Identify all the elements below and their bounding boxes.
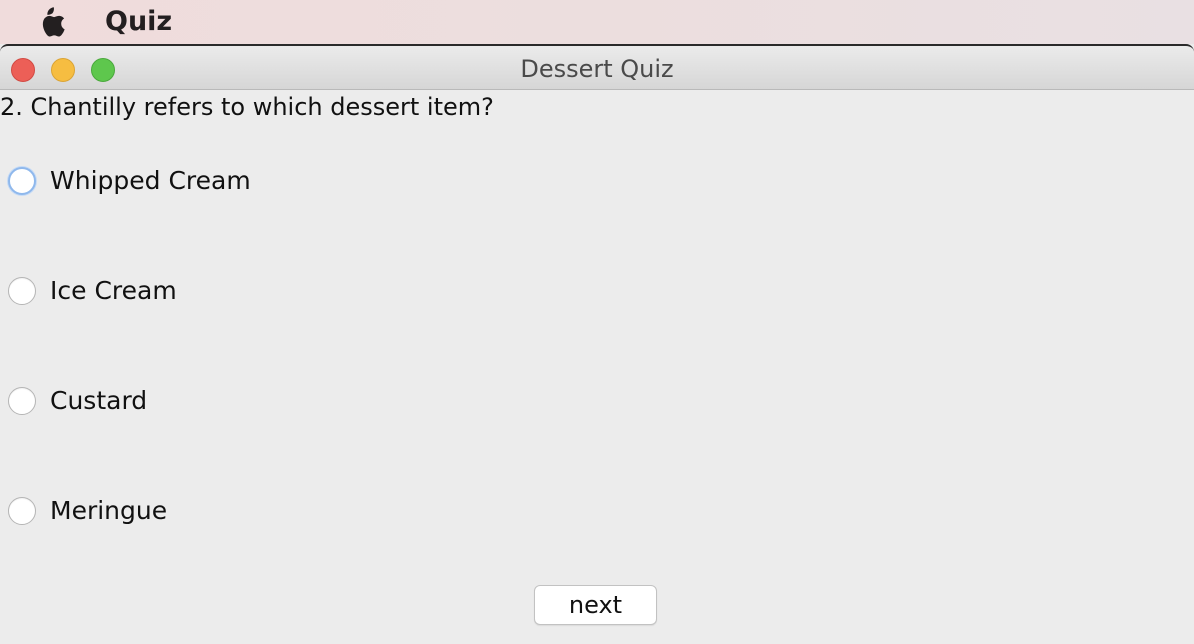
question-text: 2. Chantilly refers to which dessert ite… — [0, 93, 494, 121]
option-label: Whipped Cream — [50, 166, 251, 195]
option-label: Ice Cream — [50, 276, 177, 305]
menu-bar: Quiz — [0, 0, 1194, 44]
option-ice-cream[interactable]: Ice Cream — [8, 274, 177, 308]
option-meringue[interactable]: Meringue — [8, 494, 167, 528]
option-whipped-cream[interactable]: Whipped Cream — [8, 164, 251, 198]
radio-button[interactable] — [8, 277, 36, 305]
window-titlebar[interactable]: Dessert Quiz — [0, 44, 1194, 90]
option-custard[interactable]: Custard — [8, 384, 147, 418]
apple-logo-icon[interactable] — [38, 5, 66, 39]
menubar-app-name[interactable]: Quiz — [105, 4, 172, 40]
option-label: Custard — [50, 386, 148, 415]
option-label: Meringue — [50, 496, 168, 525]
radio-button[interactable] — [8, 167, 36, 195]
radio-button[interactable] — [8, 497, 36, 525]
radio-button[interactable] — [8, 387, 36, 415]
next-button[interactable]: next — [534, 585, 657, 625]
window-title: Dessert Quiz — [520, 55, 674, 83]
quiz-window: Dessert Quiz 2. Chantilly refers to whic… — [0, 44, 1194, 644]
